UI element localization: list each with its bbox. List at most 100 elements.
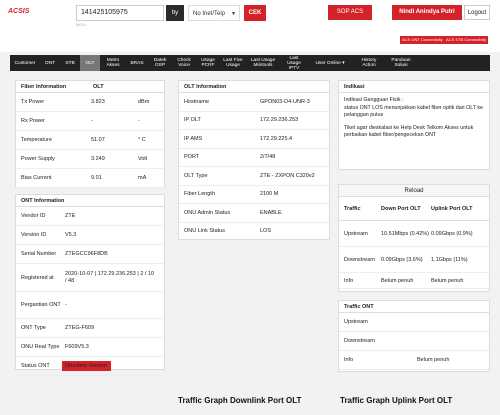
ont-row-value: ZTEGCC96F8DB [65,251,108,257]
olt-row: IP AMS 172.29.225.4 [179,130,329,149]
ont-row-label: Registered at [21,274,54,281]
fiber-info-header: Fiber Information OLT [16,81,164,93]
olt-info-panel: OLT Information Hostname GPON03-D4-UNR-3 I… [178,80,330,241]
fiber-info-col-olt: OLT [93,84,104,90]
fiber-row: Bias Current 9.01 mA [16,169,164,188]
traffic-ont-label: Upstream [344,319,368,325]
traffic-col-uplink: Uplink Port OLT [431,205,473,212]
ont-row-label: Serial Number [21,251,57,257]
top-bar: ACSIS 141425105975 MOLI by No Inet/Telp … [0,0,500,52]
nav-item[interactable]: History Action [352,55,386,71]
nav-item[interactable]: ONT [40,55,60,71]
olt-row-label: Hostname [184,98,210,105]
olt-info-title: OLT Information [184,84,227,90]
fiber-row-label: Temperature [21,137,52,143]
ont-row-label: ONT Type [21,325,46,331]
fiber-row-value: - [91,118,93,124]
olt-row-label: IP AMS [184,135,203,142]
fiber-row: Rx Power - - [16,112,164,131]
nav-item[interactable]: Check Voice [172,55,196,71]
ont-row-value: ZTE [65,213,76,219]
nav-item[interactable]: Usage PCRF [196,55,220,71]
search-type-select[interactable]: No Inet/Telp ▼ [188,5,240,21]
traffic-col-traffic: Traffic [344,205,361,212]
olt-row-label: ONU Admin Status [184,209,231,216]
indikasi-line: status ONT LOS menunjukkan kabel fiber o… [344,105,483,118]
traffic-ont-header: Traffic ONT [339,301,489,313]
olt-row-value: 2100 M [260,191,279,198]
fiber-row-label: Tx Power [21,99,45,105]
fiber-row-unit: Volt [138,156,148,162]
sop-acs-button[interactable]: SOP ACS [328,5,372,20]
ont-row: Version ID V5.3 [16,226,164,245]
olt-row-value: ENABLE [260,209,282,216]
indikasi-body: Indikasi Gangguan Fisik : status ONT LOS… [339,93,489,149]
traffic-cell-down: Belum penuh [381,277,414,284]
traffic-cell-label: Info [344,277,354,284]
cek-button[interactable]: CEK [244,5,266,21]
nav-item[interactable]: Last Usage IPTV [280,55,308,71]
ont-row-value: ZTEG-F609 [65,325,95,331]
nav-item[interactable]: Datek OSP [148,55,172,71]
olt-row-label: Fiber Length [184,191,215,198]
graph-downlink-title: Traffic Graph Downlink Port OLT [178,396,302,405]
nav-item[interactable]: Last Usage Minitools [246,55,280,71]
ont-row: Pergantian ONT - [16,292,164,319]
indikasi-panel: Indikasi Indikasi Gangguan Fisik : statu… [338,80,490,170]
ont-info-header: ONT Information [16,195,164,207]
ont-row-value: 2020-10-07 | 172.29.236.253 | 2 / 10 / 4… [65,270,155,284]
fiber-row-unit: ° C [138,137,146,143]
olt-row-label: OLT Type [184,172,208,179]
stb-connectivity-badge[interactable]: ACS STB Connectivity [444,36,489,44]
nav-item[interactable]: Panduan Solusi [386,55,416,71]
by-button[interactable]: by [166,5,184,21]
fiber-row-label: Power Supply [21,156,55,162]
ont-row-label: Status ONT [21,363,50,369]
olt-info-header: OLT Information [179,81,329,93]
reload-button[interactable]: Reload [339,185,489,197]
nav-item[interactable]: STB [60,55,80,71]
ont-row: Status ONT Obsolete Version [16,357,164,376]
ont-row-value: F609V5.3 [65,344,89,350]
traffic-cell-label: Upstream [344,230,368,237]
fiber-row: Power Supply 3.249 Volt [16,150,164,169]
indikasi-line: Tiket agar dieskalasi ke Help Desk Telko… [344,125,474,138]
olt-row-label: IP OLT [184,117,201,124]
chevron-down-icon: ▼ [231,11,236,17]
ont-row-label: Pergantian ONT [21,302,61,308]
nav-item[interactable]: Customer [10,55,40,71]
graph-uplink-title: Traffic Graph Uplink Port OLT [340,396,453,405]
fiber-row: Tx Power 3.823 dBm [16,93,164,112]
traffic-cell-down: 10.51Mbps (0.42%) [381,230,429,237]
ont-row: ONT Type ZTEG-F609 [16,319,164,338]
olt-row: Fiber Length 2100 M [179,186,329,204]
ont-info-title: ONT Information [21,198,65,204]
traffic-cell-uplink: 0.09Gbps (0.9%) [431,230,473,237]
fiber-row-unit: dBm [138,99,150,105]
olt-row: ONU Link Status LOS [179,223,329,241]
search-input[interactable]: 141425105975 [76,5,164,21]
status-ont-badge: Obsolete Version [62,361,111,371]
traffic-cell-down: 0.09Gbps (3.6%) [381,256,423,263]
search-type-value: No Inet/Telp [193,11,226,17]
ont-row: ONU Real Type F609V5.3 [16,338,164,357]
nav-item[interactable]: OLT [80,55,100,71]
traffic-ont-label: Downstream [344,338,375,344]
olt-row-value: LOS [260,228,272,235]
fiber-info-title: Fiber Information [21,84,67,90]
ont-connectivity-badge[interactable]: ACS ONT Connectivity [400,36,445,44]
nav-item[interactable]: Last Five Usage [220,55,246,71]
traffic-ont-label: Info [344,357,354,363]
nav-item[interactable]: Metro Akses [100,55,126,71]
olt-row-label: ONU Link Status [184,228,225,235]
user-menu-button[interactable]: Nindi Anindya Putri [392,5,462,20]
olt-row-label: PORT [184,154,200,161]
logout-button[interactable]: Logout [464,5,490,20]
ont-row: Vendor ID ZTE [16,207,164,226]
nav-item[interactable]: User Online ▾ [308,55,352,71]
traffic-cell-uplink: 1.1Gbps (11%) [431,256,468,263]
fiber-row-unit: mA [138,175,147,181]
nav-item[interactable]: BRAS [126,55,148,71]
olt-row: Hostname GPON03-D4-UNR-3 [179,93,329,112]
traffic-col-down: Down Port OLT [381,205,421,212]
